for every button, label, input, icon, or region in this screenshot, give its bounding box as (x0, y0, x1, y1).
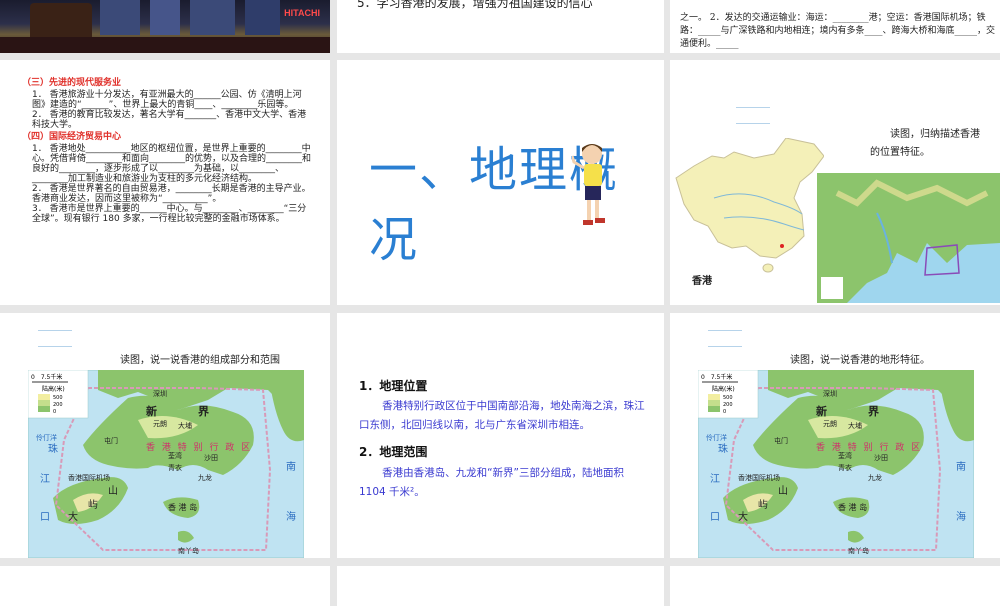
map-label-labels-kowloon: 九龙 (198, 473, 212, 482)
cartoon-boy-icon (572, 144, 605, 225)
map-label-labels-lingding: 伶仃洋 (36, 433, 57, 442)
map-label-labels-lamma: 南丫岛 (178, 546, 199, 555)
slide-geography-text[interactable]: 1．地理位置 香港特别行政区位于中国南部沿海，地处南海之滨，珠江口东侧，北回归线… (337, 313, 664, 558)
hong-kong-map-graphic: 0 7.5千米 陆高(米) 5002000 深圳 新 界 元朗 大埔 屯门 香 … (28, 370, 304, 558)
section-title: 一、地理概况 (369, 142, 620, 268)
slide-composition-map[interactable]: 读图，说一说香港的组成部分和范围 0 7.5千米 陆高(米) 500 200 0 深… (0, 313, 330, 558)
caption: 读图，说一说香港的组成部分和范围 (120, 355, 280, 366)
paragraph: 2． 香港是世界著名的自由贸易港，________长期是香港的主导产业。香港商业… (32, 184, 311, 204)
slide-services-trade[interactable]: （三）先进的现代服务业 1． 香港旅游业十分发达，有亚洲最大的______公园、… (0, 60, 330, 305)
slide-transport[interactable]: 之一。 2．发达的交通运输业：海运：________港；空运：香港国际机场；铁路… (670, 0, 1000, 53)
slide-next-1[interactable] (0, 566, 330, 606)
map-label-labels-shatin: 沙田 (204, 454, 218, 462)
map-label-labels-lantau2: 屿 (88, 499, 98, 511)
slide-section-title[interactable]: 一、地理概况 (337, 60, 664, 305)
map-label-legend-2: 0 (723, 409, 726, 415)
map-label-labels-taipo: 大埔 (848, 421, 862, 430)
paragraph: 1． 香港地处__________地区的枢纽位置，是世界上重要的________… (32, 144, 312, 184)
map-label-labels-airport: 香港国际机场 (738, 473, 780, 482)
map-label-labels-lantau1: 大 (738, 510, 748, 523)
map-label-labels-sar: 香 港 特 别 行 政 区 (816, 441, 922, 453)
map-label-labels-tuenmun: 屯门 (774, 436, 788, 445)
map-label-labels-tsuenwan: 荃湾 (168, 451, 182, 460)
heading-trade: （四）国际经济贸易中心 (22, 132, 122, 142)
map-label-labels-pearl3: 口 (40, 512, 50, 523)
map-label-legend-title: 陆高(米) (42, 385, 65, 393)
map-label-labels-sea2: 海 (956, 510, 966, 523)
map-label-labels-sea2: 海 (286, 510, 296, 523)
map-label-labels-taipo: 大埔 (178, 421, 192, 430)
map-label-legend-title: 陆高(米) (712, 385, 735, 393)
caption: 读图，归纳描述香港的位置特征。 (870, 129, 980, 158)
map-label-labels-pearl2: 江 (710, 473, 720, 485)
map-label-labels-xinjie1: 新 (146, 404, 157, 418)
map-label-labels-shenzhen: 深圳 (823, 389, 837, 398)
paragraph: 3． 香港市是世界上重要的______中心。与________、________… (32, 204, 307, 224)
map-label-labels-sea1: 南 (286, 460, 296, 473)
map-label-labels-lantau3: 山 (778, 485, 788, 497)
map-label-labels-sar: 香 港 特 别 行 政 区 (146, 441, 252, 453)
map-label-scale: 0 7.5千米 (31, 373, 62, 381)
pearl-river-delta-map (817, 173, 1000, 303)
hitachi-sign: HITACHI (284, 8, 320, 18)
map-label-labels-tsingyi: 青衣 (838, 463, 852, 472)
map-label-labels-lingding: 伶仃洋 (706, 433, 727, 442)
map-label-labels-xinjie1: 新 (816, 404, 827, 418)
map-label-labels-xinjie2: 界 (868, 405, 879, 418)
map-label-labels-xinjie2: 界 (198, 405, 209, 418)
location-text: 香港特别行政区位于中国南部沿海，地处南海之滨，珠江口东侧，北回归线以南，北与广东… (359, 400, 645, 431)
map-label-labels-lantau1: 大 (68, 510, 78, 523)
map-label-labels-sea1: 南 (956, 460, 966, 473)
map-label-labels-airport: 香港国际机场 (68, 473, 110, 482)
map-label-labels-lantau2: 屿 (758, 499, 768, 511)
map-label-labels-tuenmun: 屯门 (104, 436, 118, 445)
map-label-labels-lantau3: 山 (108, 485, 118, 497)
map-label-labels-kowloon: 九龙 (868, 473, 882, 482)
hong-kong-label: 香港 (692, 276, 712, 287)
map-label-labels-tsuenwan: 荃湾 (838, 451, 852, 460)
paragraph: 2． 香港的教育比较发达，著名大学有_______、香港中文大学、香港科技大学。 (32, 110, 307, 130)
paragraph: 1． 香港旅游业十分发达，有亚洲最大的______公园、仿《清明上河图》建造的“… (32, 90, 302, 110)
map-label-labels-pearl2: 江 (40, 473, 50, 485)
slide-objectives[interactable]: 5．学习香港的发展，增强为祖国建设的信心 (337, 0, 664, 53)
map-label-labels-shatin: 沙田 (874, 454, 888, 462)
heading-location: 1．地理位置 (359, 379, 428, 393)
map-label-labels-tsingyi: 青衣 (168, 463, 182, 472)
objective-5: 5．学习香港的发展，增强为祖国建设的信心 (357, 0, 593, 10)
extent-text: 香港由香港岛、九龙和“新界”三部分组成，陆地面积 1104 千米²。 (359, 467, 624, 498)
map-label-legend-0: 500 (723, 395, 733, 401)
map-label-scale: 0 7.5千米 (701, 373, 732, 381)
slide-location-maps[interactable]: 读图，归纳描述香港的位置特征。 香港 (670, 60, 1000, 305)
slide-hk-night-photo[interactable]: HITACHI (0, 0, 330, 53)
map-label-labels-hkisland: 香 港 岛 (838, 502, 867, 512)
caption: 读图，说一说香港的地形特征。 (790, 355, 930, 366)
map-label-labels-pearl3: 口 (710, 512, 720, 523)
map-label-legend-2: 0 (53, 409, 56, 415)
hong-kong-night-photo: HITACHI (0, 0, 330, 53)
map-label-labels-yuenlong: 元朗 (153, 419, 167, 428)
hong-kong-map-graphic: 0 7.5千米 陆高(米) 5002000 深圳 新 界 元朗 大埔 屯门 香 … (698, 370, 974, 558)
map-label-legend-1: 200 (723, 402, 733, 408)
transport-text: 之一。 2．发达的交通运输业：海运：________港；空运：香港国际机场；铁路… (680, 13, 996, 49)
heading-extent: 2．地理范围 (359, 445, 428, 459)
map-label-labels-pearl1: 珠 (48, 442, 58, 455)
map-label-labels-pearl1: 珠 (718, 442, 728, 455)
slide-terrain-map[interactable]: 读图，说一说香港的地形特征。 0 7.5千米 陆高(米) 500 200 0 深圳 … (670, 313, 1000, 558)
map-label-labels-shenzhen: 深圳 (153, 389, 167, 398)
map-label-labels-hkisland: 香 港 岛 (168, 502, 197, 512)
map-label-legend-0: 500 (53, 395, 63, 401)
slide-next-2[interactable] (337, 566, 664, 606)
slide-next-3[interactable] (670, 566, 1000, 606)
map-label-labels-lamma: 南丫岛 (848, 546, 869, 555)
map-label-legend-1: 200 (53, 402, 63, 408)
map-label-labels-yuenlong: 元朗 (823, 419, 837, 428)
heading-services: （三）先进的现代服务业 (22, 78, 122, 88)
